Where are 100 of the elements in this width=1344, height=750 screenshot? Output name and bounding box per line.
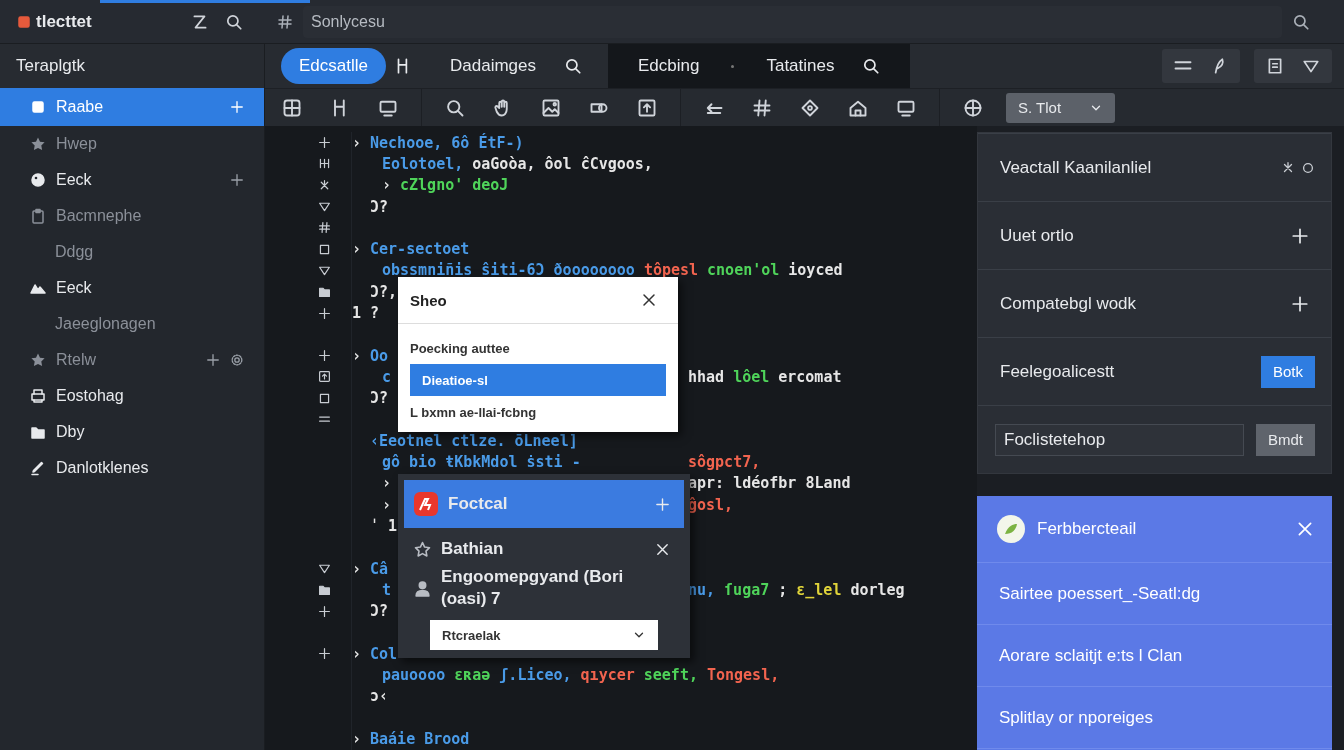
marker-icon[interactable] <box>318 200 331 214</box>
sidebar-item[interactable]: Eeck <box>0 162 264 198</box>
app-title: tlecttet <box>36 11 93 32</box>
sidebar-item[interactable]: Jaeeglonagen <box>0 306 264 342</box>
close-icon <box>641 292 657 308</box>
sidebar-item[interactable]: Rtelw <box>0 342 264 378</box>
row-label: Uuet ortlo <box>1000 225 1075 246</box>
tab[interactable]: Edcsatlle <box>281 48 386 84</box>
plus-icon <box>1291 226 1309 245</box>
diamond-icon <box>800 97 820 118</box>
panel-title: Veactall Kaanilanliel <box>1000 157 1153 178</box>
action-button[interactable]: Bmdt <box>1256 423 1315 456</box>
code-line: ˈ 1 <box>370 517 398 535</box>
person-icon <box>414 579 431 597</box>
dropdown[interactable]: S. Tlot <box>1006 92 1116 123</box>
input-field[interactable]: Foclistetehop <box>995 423 1244 456</box>
item-label: Ddgg <box>55 243 95 261</box>
menu-item[interactable]: Poecking auttee <box>410 332 666 364</box>
marker-icon[interactable] <box>318 604 331 618</box>
row-label: Compatebgl wodk <box>1000 293 1138 314</box>
notice-title: Ferbbercteail <box>1037 519 1138 539</box>
upload-icon <box>637 97 657 118</box>
code-line: Ɔ? <box>370 602 389 621</box>
sidebar-item[interactable]: Raabe <box>0 88 264 126</box>
marker-icon[interactable] <box>318 157 331 171</box>
add-icon[interactable] <box>206 353 220 367</box>
hash-icon <box>752 97 772 118</box>
close-icon[interactable] <box>655 541 670 557</box>
row-label: Feelegoalicestt <box>1000 361 1116 382</box>
search-icon <box>1292 12 1310 31</box>
hash-icon <box>277 13 293 30</box>
sidebar-item[interactable]: Danlotklenes <box>0 450 264 486</box>
marker-icon[interactable] <box>318 242 331 256</box>
sidebar-item[interactable]: Eostohag <box>0 378 264 414</box>
tab[interactable]: Edcbing <box>620 48 718 84</box>
marker-icon[interactable] <box>318 349 331 363</box>
code-line: pauoooo ɛʀaə ʃ.Liceo, qıycer seeft, Tongesl, <box>382 666 780 685</box>
code-line: gô bio ŧKbkMdol ṡsti - <box>382 453 581 472</box>
marker-icon[interactable] <box>318 391 331 405</box>
pen-icon <box>30 460 46 476</box>
sidebar-item[interactable]: Ddgg <box>0 234 264 270</box>
item-label: Bacmnephe <box>56 207 143 225</box>
notice-item[interactable]: Sairtee poessert_-Seatl:dg <box>977 563 1332 625</box>
code-line: Eolotoel, oaGoòa, ôol ĉCvgoos, <box>382 154 653 173</box>
code-line: › Câ <box>352 559 389 578</box>
notice-item[interactable]: Splitlay or nporeiges <box>977 687 1332 749</box>
menu-item[interactable]: Engoomepgyand (Bori (oasi) 7 <box>404 566 684 610</box>
logo-icon <box>16 13 32 30</box>
select-field[interactable]: Rtcraelak <box>430 620 658 650</box>
action-button[interactable]: Botk <box>1261 355 1315 388</box>
sidebar-item[interactable]: Bacmnephe <box>0 198 264 234</box>
code-line: › Nechooe, 6ô ÉtF-) <box>352 133 524 152</box>
code-line: › Oo <box>352 346 389 365</box>
menu-item[interactable]: Bathian <box>404 532 684 566</box>
marker-icon[interactable] <box>318 136 331 150</box>
star-icon <box>414 540 431 558</box>
menu-item[interactable]: Dieatioe-sl <box>410 364 666 396</box>
notice-item[interactable]: Aorare sclaitjt e:ts l Clan <box>977 625 1332 687</box>
image-icon <box>541 97 561 118</box>
search-icon[interactable] <box>564 57 582 75</box>
menu-item[interactable]: Foctcal <box>404 480 684 528</box>
square-icon <box>30 99 46 115</box>
search-icon <box>225 12 243 31</box>
sidebar-item[interactable]: Dby <box>0 414 264 450</box>
plus-icon <box>1291 294 1309 313</box>
star-icon <box>30 352 46 368</box>
marker-icon[interactable] <box>318 221 331 235</box>
popup-title: Sheo <box>410 291 448 309</box>
settings-icon[interactable] <box>230 353 244 367</box>
marker-icon[interactable] <box>318 285 331 299</box>
marker-icon[interactable] <box>318 370 331 384</box>
item-label: Eeck <box>56 171 93 189</box>
tab[interactable]: Dadaimges <box>432 48 600 84</box>
code-line: Ɔ?, <box>370 282 398 301</box>
item-label: Jaeeglonagen <box>55 315 157 333</box>
sidebar-item[interactable]: Eeck <box>0 270 264 306</box>
search-field[interactable]: Sonlycesu <box>303 5 1282 38</box>
clipboard-icon <box>30 208 46 224</box>
circle-icon[interactable] <box>1301 160 1315 175</box>
item-label: Eostohag <box>56 387 125 405</box>
item-label: Danlotklenes <box>56 459 150 477</box>
search-icon[interactable] <box>862 57 881 75</box>
grid-icon <box>282 97 302 118</box>
tab[interactable]: Tatatines <box>748 48 899 84</box>
code-line: Ɔ? <box>370 197 389 216</box>
code-line: ɔ‹ <box>370 687 389 706</box>
search-icon <box>445 97 465 118</box>
marker-icon[interactable] <box>318 178 331 192</box>
folder-icon <box>30 424 46 440</box>
code-line: obssmniñis ŝiti-6Ɔ ðoooooooo tôpesl cnoen'ol ioyced <box>382 261 843 280</box>
add-icon[interactable] <box>230 173 244 187</box>
menu-item[interactable]: L bxmn ae-llai-fcbng <box>410 396 666 428</box>
marker-icon[interactable] <box>318 562 331 576</box>
code-line: 1 ? <box>352 304 380 322</box>
marker-icon[interactable] <box>318 306 331 320</box>
marker-icon[interactable] <box>318 583 331 597</box>
document-icon <box>1266 57 1284 75</box>
marker-icon[interactable] <box>318 647 331 661</box>
code-line: hhad lôel ercomat <box>688 367 842 386</box>
sidebar-item[interactable]: Hwep <box>0 126 264 162</box>
